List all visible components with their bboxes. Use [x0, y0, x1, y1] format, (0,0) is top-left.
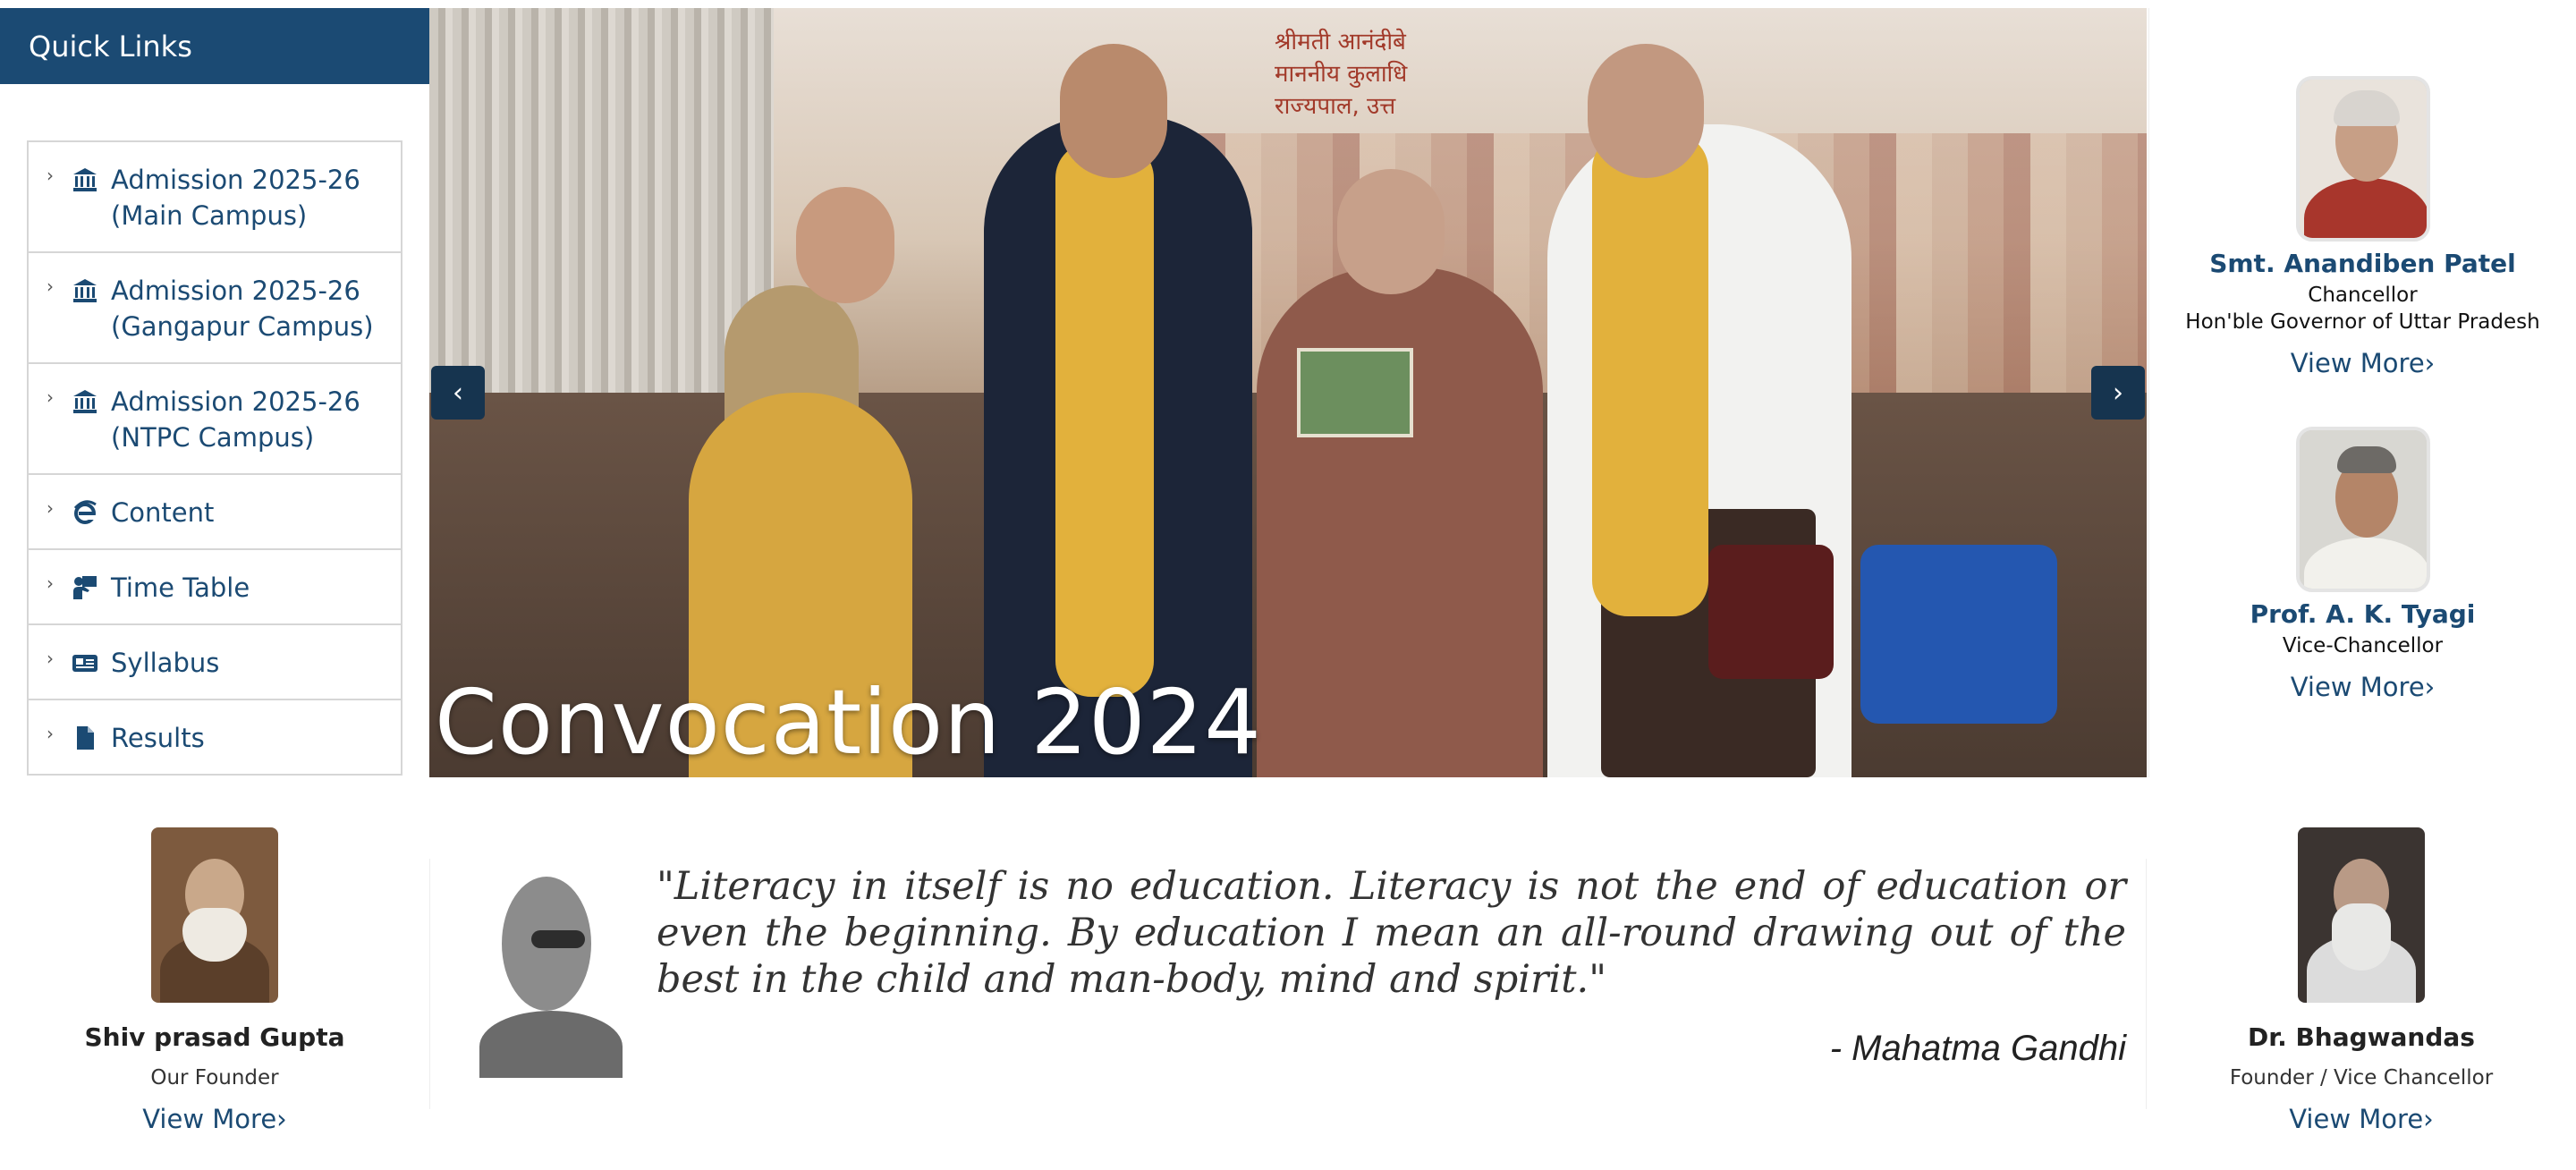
carousel-prev-button[interactable]: ‹ — [431, 366, 485, 420]
founder-name: Shiv prasad Gupta — [84, 1022, 345, 1052]
bank-icon — [72, 277, 98, 304]
chevron-right-icon: › — [47, 165, 54, 186]
leader-role: Vice-Chancellor — [2282, 634, 2444, 657]
mahatma-gandhi-photo — [470, 859, 623, 1078]
founders-section: Shiv prasad Gupta Our Founder View More›… — [0, 787, 2576, 1170]
quick-link-label: Syllabus — [111, 648, 220, 678]
quick-link-label: Results — [111, 723, 205, 753]
quick-link-syllabus[interactable]: › Syllabus — [29, 625, 401, 700]
man-in-suit-face — [1060, 44, 1167, 178]
quick-links-list: › Admission 2025-26 (Main Campus) › Admi… — [27, 140, 402, 776]
founder-photo — [2298, 827, 2425, 1003]
chancellor-photo — [2295, 76, 2430, 242]
vice-chancellor-photo — [2295, 427, 2430, 592]
quick-link-label: Content — [111, 497, 215, 528]
leaders-panel: Smt. Anandiben Patel Chancellor Hon'ble … — [2148, 8, 2576, 777]
stage-chair — [1860, 545, 2057, 724]
bank-icon — [72, 388, 98, 415]
bank-icon — [72, 166, 98, 193]
chevron-right-icon: › — [47, 386, 54, 408]
founder-card-dr-bhagwandas: Dr. Bhagwandas Founder / Vice Chancellor… — [2147, 827, 2576, 1134]
chevron-right-icon: › — [47, 276, 54, 297]
file-icon — [72, 725, 98, 751]
carousel-next-button[interactable]: › — [2091, 366, 2145, 420]
book-being-released — [1297, 348, 1413, 437]
woman-dignitary-face — [796, 187, 894, 303]
quick-link-label: Time Table — [111, 572, 250, 603]
quick-link-label: Admission 2025-26 (NTPC Campus) — [111, 386, 360, 453]
convocation-sash — [1592, 133, 1708, 616]
quick-link-label: Admission 2025-26 (Gangapur Campus) — [111, 276, 374, 342]
stage-chair — [1708, 545, 1834, 679]
leader-card-chancellor: Smt. Anandiben Patel Chancellor Hon'ble … — [2149, 76, 2576, 378]
chevron-right-icon: › — [47, 648, 54, 669]
chevron-right-icon: › — [47, 723, 54, 744]
hero-carousel[interactable]: श्रीमती आनंदीबे माननीय कुलाधि राज्यपाल, … — [429, 8, 2147, 777]
quick-link-admission-main[interactable]: › Admission 2025-26 (Main Campus) — [29, 142, 401, 253]
quick-link-label: Admission 2025-26 (Main Campus) — [111, 165, 360, 231]
chevron-right-icon: › — [47, 572, 54, 594]
leader-name: Smt. Anandiben Patel — [2209, 249, 2516, 278]
carousel-caption: Convocation 2024 — [435, 670, 1262, 775]
teacher-icon — [72, 574, 98, 601]
quick-link-admission-gangapur[interactable]: › Admission 2025-26 (Gangapur Campus) — [29, 253, 401, 364]
leader-view-more-link[interactable]: View More› — [2149, 672, 2576, 702]
quote-text: "Literacy in itself is no education. Lit… — [657, 864, 2126, 1002]
id-card-icon — [72, 649, 98, 676]
founder-role: Our Founder — [150, 1066, 279, 1089]
governor-face — [1337, 169, 1445, 294]
quote-block: "Literacy in itself is no education. Lit… — [429, 859, 2147, 1109]
quick-link-results[interactable]: › Results — [29, 700, 401, 774]
quick-link-content[interactable]: › Content — [29, 475, 401, 550]
quote-author: - Mahatma Gandhi — [1829, 1029, 2126, 1068]
founder-view-more-link[interactable]: View More› — [2147, 1104, 2576, 1134]
governor-figure — [1257, 267, 1543, 777]
quick-link-admission-ntpc[interactable]: › Admission 2025-26 (NTPC Campus) — [29, 364, 401, 475]
founder-card-shiv-prasad-gupta: Shiv prasad Gupta Our Founder View More› — [0, 827, 429, 1134]
founder-photo — [151, 827, 278, 1003]
quick-links-panel: Quick Links › Admission 2025-26 (Main Ca… — [0, 8, 429, 792]
quick-link-time-table[interactable]: › Time Table — [29, 550, 401, 625]
convocation-sash — [1055, 142, 1154, 697]
chevron-right-icon: › — [47, 497, 54, 519]
founder-view-more-link[interactable]: View More› — [0, 1104, 429, 1134]
founder-role: Founder / Vice Chancellor — [2229, 1066, 2494, 1089]
leader-name: Prof. A. K. Tyagi — [2250, 599, 2476, 629]
leader-role-detail: Hon'ble Governor of Uttar Pradesh — [2185, 310, 2540, 334]
internet-explorer-icon — [72, 499, 98, 526]
leader-card-vice-chancellor: Prof. A. K. Tyagi Vice-Chancellor View M… — [2149, 427, 2576, 702]
leader-role: Chancellor — [2308, 284, 2418, 307]
founder-name: Dr. Bhagwandas — [2248, 1022, 2475, 1052]
quick-links-title: Quick Links — [0, 8, 429, 84]
man-in-white-face — [1588, 44, 1704, 178]
banner-hindi-text: श्रीमती आनंदीबे माननीय कुलाधि राज्यपाल, … — [1275, 29, 1408, 120]
leader-view-more-link[interactable]: View More› — [2149, 348, 2576, 378]
